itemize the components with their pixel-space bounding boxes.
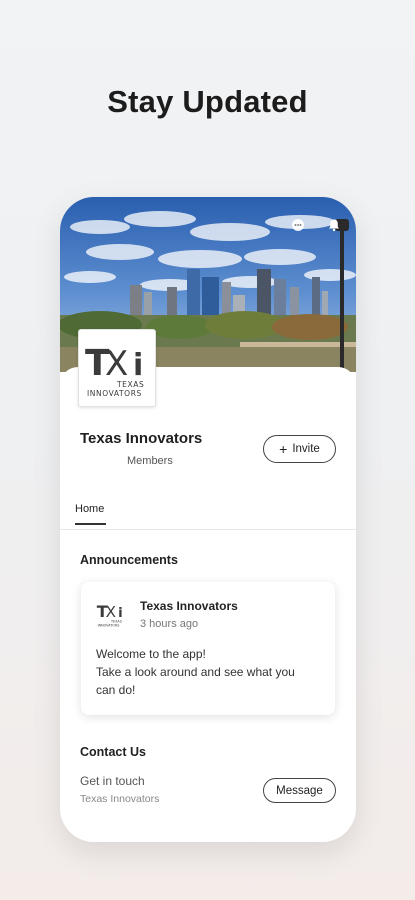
texas-innovators-logo-image: T X i TEXAS INNOVATORS xyxy=(85,343,144,398)
post-line: Take a look around and see what you xyxy=(96,665,295,679)
post-author[interactable]: Texas Innovators xyxy=(140,599,238,613)
invite-button[interactable]: + Invite xyxy=(263,435,336,463)
group-members-label[interactable]: Members xyxy=(127,455,173,467)
svg-text:i: i xyxy=(133,348,143,383)
group-name: Texas Innovators xyxy=(80,430,203,447)
post-line: Welcome to the app! xyxy=(96,647,206,661)
author-avatar: T X i TEXAS INNOVATORS xyxy=(95,598,127,630)
svg-text:INNOVATORS: INNOVATORS xyxy=(98,623,120,627)
tab-divider xyxy=(60,529,356,530)
contact-name: Texas Innovators xyxy=(80,793,160,805)
message-button[interactable]: Message xyxy=(263,778,336,803)
post-timestamp: 3 hours ago xyxy=(140,618,199,630)
tab-home[interactable]: Home xyxy=(75,503,104,515)
announcements-title: Announcements xyxy=(80,553,178,567)
svg-text:INNOVATORS: INNOVATORS xyxy=(87,389,142,398)
active-tab-indicator xyxy=(75,523,106,525)
phone-mockup: T X i TEXAS INNOVATORS Texas Innovators … xyxy=(60,197,356,842)
page-headline: Stay Updated xyxy=(107,84,308,119)
contact-subtitle: Get in touch xyxy=(80,774,145,788)
texas-innovators-avatar-image: T X i TEXAS INNOVATORS xyxy=(97,602,123,627)
invite-button-label: Invite xyxy=(292,443,320,455)
plus-icon: + xyxy=(279,441,288,457)
svg-text:i: i xyxy=(118,606,123,621)
svg-text:X: X xyxy=(106,603,116,621)
contact-title: Contact Us xyxy=(80,745,146,759)
chat-bubble-icon[interactable] xyxy=(290,217,306,233)
svg-text:TEXAS: TEXAS xyxy=(110,619,122,623)
announcement-card[interactable]: T X i TEXAS INNOVATORS Texas Innovators … xyxy=(81,582,335,715)
post-body: Welcome to the app! Take a look around a… xyxy=(96,645,326,699)
svg-text:TEXAS: TEXAS xyxy=(116,380,144,389)
bell-icon[interactable] xyxy=(326,217,342,233)
group-logo: T X i TEXAS INNOVATORS xyxy=(78,329,156,407)
post-line: can do! xyxy=(96,683,136,697)
header-action-icons xyxy=(290,217,342,233)
svg-text:X: X xyxy=(105,344,128,384)
